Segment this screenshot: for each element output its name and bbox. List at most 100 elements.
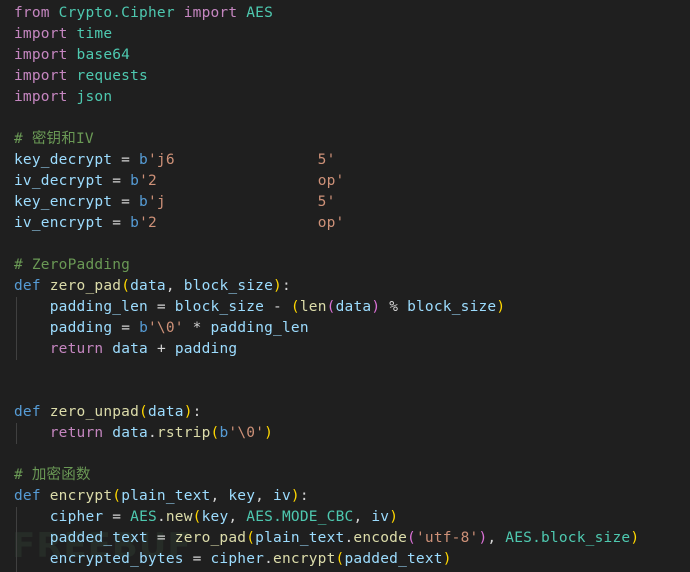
token-variable: padding: [49, 320, 113, 336]
token-keyword-import: import: [14, 89, 68, 105]
token-operator: =: [156, 530, 166, 546]
token-paren: (: [326, 299, 336, 315]
token-keyword-import: import: [14, 68, 68, 84]
token-variable: cipher: [210, 551, 265, 567]
token-method: encrypt: [273, 551, 336, 567]
token-import-name: json: [76, 89, 113, 105]
token-paren: (: [112, 488, 122, 504]
token-string: '\0': [148, 320, 184, 336]
code-line[interactable]: padding = b'\0' * padding_len: [0, 318, 690, 339]
code-line[interactable]: # 加密函数: [0, 465, 690, 486]
token-paren: (: [407, 530, 416, 546]
token-keyword-def: def: [14, 404, 41, 420]
token-keyword-import: import: [14, 26, 68, 42]
code-line[interactable]: from Crypto.Cipher import AES: [0, 3, 690, 24]
token-keyword-import: import: [14, 47, 68, 63]
token-import-name: AES: [246, 5, 274, 21]
token-string-head: 'j6: [147, 152, 175, 168]
token-module: AES: [130, 509, 157, 525]
code-line[interactable]: return data.rstrip(b'\0'): [0, 423, 690, 444]
token-comma: ,: [165, 278, 175, 294]
code-line[interactable]: def zero_pad(data, block_size):: [0, 276, 690, 297]
token-paren: ): [442, 551, 452, 567]
token-string-tail: 5': [317, 194, 336, 210]
token-param: block_size: [183, 278, 274, 294]
token-keyword-def: def: [14, 278, 41, 294]
token-operator: *: [192, 320, 202, 336]
token-import-name: time: [76, 26, 113, 42]
token-dot: .: [156, 509, 166, 525]
code-line[interactable]: key_decrypt = b'j6 5': [0, 150, 690, 171]
token-dot: .: [264, 551, 274, 567]
token-paren: ): [183, 404, 193, 420]
token-string-redacted: [157, 215, 318, 231]
code-line[interactable]: import time: [0, 24, 690, 45]
token-function-name: zero_pad: [49, 278, 122, 294]
token-method: rstrip: [156, 425, 211, 441]
code-line[interactable]: padded_text = zero_pad(plain_text.encode…: [0, 528, 690, 549]
token-paren: ): [630, 530, 640, 546]
token-arg: data: [335, 299, 372, 315]
token-keyword-return: return: [49, 425, 104, 441]
code-line[interactable]: iv_decrypt = b'2 op': [0, 171, 690, 192]
code-line-blank[interactable]: [0, 108, 690, 129]
code-line[interactable]: import requests: [0, 66, 690, 87]
token-paren: ): [496, 299, 506, 315]
token-paren: ): [371, 299, 381, 315]
token-module: Crypto.Cipher: [58, 5, 175, 21]
token-arg-const: AES.block_size: [505, 530, 631, 546]
code-line[interactable]: def encrypt(plain_text, key, iv):: [0, 486, 690, 507]
token-paren: (: [246, 530, 256, 546]
token-string: 'utf-8': [415, 530, 479, 546]
token-param: data: [130, 278, 166, 294]
token-operator: +: [156, 341, 166, 357]
code-line[interactable]: # ZeroPadding: [0, 255, 690, 276]
token-string: '\0': [228, 425, 265, 441]
token-variable: iv_decrypt: [14, 173, 104, 189]
code-line[interactable]: iv_encrypt = b'2 op': [0, 213, 690, 234]
code-line[interactable]: def zero_unpad(data):: [0, 402, 690, 423]
code-content[interactable]: from Crypto.Cipher import AES import tim…: [0, 0, 690, 572]
token-comma: ,: [228, 509, 238, 525]
token-bytes-prefix: b: [139, 320, 148, 336]
code-line[interactable]: key_encrypt = b'j 5': [0, 192, 690, 213]
token-operator: =: [192, 551, 202, 567]
code-line-blank[interactable]: [0, 360, 690, 381]
code-line[interactable]: return data + padding: [0, 339, 690, 360]
code-line-blank[interactable]: [0, 234, 690, 255]
token-param: key: [228, 488, 256, 504]
token-paren: ): [264, 425, 274, 441]
token-comma: ,: [353, 509, 363, 525]
token-string-redacted: [175, 152, 318, 168]
code-line-blank[interactable]: [0, 444, 690, 465]
code-line[interactable]: # 密钥和IV: [0, 129, 690, 150]
token-comment: # 密钥和IV: [14, 131, 94, 147]
code-line[interactable]: import json: [0, 87, 690, 108]
token-operator: =: [112, 173, 122, 189]
token-variable: data: [112, 341, 148, 357]
code-line[interactable]: import base64: [0, 45, 690, 66]
token-import-name: base64: [76, 47, 131, 63]
token-string-redacted: [157, 173, 318, 189]
token-variable: key_encrypt: [14, 194, 113, 210]
token-method: new: [165, 509, 193, 525]
token-function-call: zero_pad: [174, 530, 247, 546]
token-arg-const: AES.MODE_CBC: [246, 509, 354, 525]
code-editor[interactable]: FREEBUF from Crypto.Cipher import AES im…: [0, 0, 690, 572]
token-string-tail: op': [317, 173, 345, 189]
token-comma: ,: [255, 488, 265, 504]
token-string-head: '2: [139, 173, 157, 189]
token-comma: ,: [210, 488, 220, 504]
code-line[interactable]: encrypted_bytes = cipher.encrypt(padded_…: [0, 549, 690, 570]
token-arg: key: [201, 509, 229, 525]
token-string-tail: op': [317, 215, 345, 231]
code-line[interactable]: padding_len = block_size - (len(data) % …: [0, 297, 690, 318]
token-keyword-from: from: [14, 5, 50, 21]
token-function-name: encrypt: [49, 488, 113, 504]
token-keyword-return: return: [49, 341, 104, 357]
code-line[interactable]: cipher = AES.new(key, AES.MODE_CBC, iv): [0, 507, 690, 528]
token-param: data: [147, 404, 184, 420]
code-line-blank[interactable]: [0, 381, 690, 402]
token-variable: data: [112, 425, 148, 441]
token-variable: block_size: [407, 299, 497, 315]
